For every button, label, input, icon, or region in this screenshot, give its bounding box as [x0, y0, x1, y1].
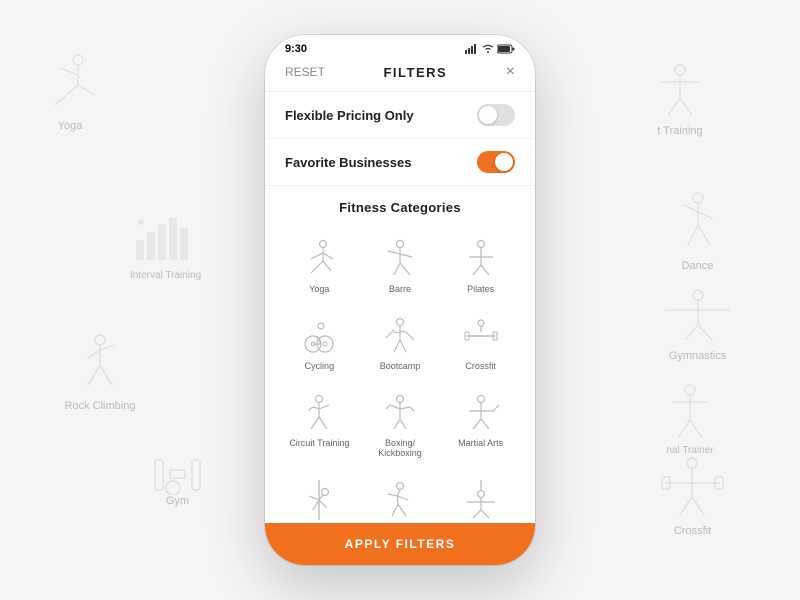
bg-dance: Dance [670, 190, 725, 272]
bg-personal-trainer: nal Trainer [660, 380, 720, 456]
dance-icon [378, 478, 422, 522]
category-pole-fitness[interactable]: Pole Fitness [281, 470, 358, 523]
crossfit-icon [459, 314, 503, 358]
flexible-pricing-toggle[interactable] [477, 104, 515, 126]
yoga-label: Yoga [309, 284, 329, 294]
bg-yoga: Yoga [40, 50, 100, 132]
favorite-businesses-toggle[interactable] [477, 151, 515, 173]
bootcamp-icon [378, 314, 422, 358]
bg-gym: Gym [150, 440, 205, 507]
signal-icon [465, 44, 479, 54]
barre-icon [378, 237, 422, 281]
flexible-pricing-row: Flexible Pricing Only [265, 92, 535, 139]
bg-interval-training: Interval Training [130, 210, 201, 281]
boxing-icon [378, 391, 422, 435]
martial-arts-label: Martial Arts [458, 438, 503, 448]
category-yoga[interactable]: Yoga [281, 229, 358, 302]
circuit-icon [297, 391, 341, 435]
category-barre[interactable]: Barre [362, 229, 439, 302]
category-dance[interactable]: Dance [362, 470, 439, 523]
boxing-label: Boxing/ Kickboxing [366, 438, 435, 458]
yoga-icon [297, 237, 341, 281]
battery-icon [497, 44, 515, 54]
bg-strength-training: t Training [650, 60, 710, 137]
phone-frame: 9:30 RESET FILTERS [265, 35, 535, 565]
phone-notch [350, 35, 450, 57]
bg-gymnastics: Gymnastics [660, 285, 735, 362]
favorite-businesses-row: Favorite Businesses [265, 139, 535, 186]
wifi-icon [482, 44, 494, 54]
cycling-icon [297, 314, 341, 358]
modal-header: RESET FILTERS × [265, 59, 535, 92]
cycling-label: Cycling [305, 361, 335, 371]
pilates-icon [459, 237, 503, 281]
modal-title: FILTERS [383, 65, 447, 80]
bootcamp-label: Bootcamp [380, 361, 421, 371]
pilates-label: Pilates [467, 284, 494, 294]
circuit-label: Circuit Training [289, 438, 349, 448]
apply-filters-button[interactable]: APPLY FILTERS [265, 523, 535, 565]
bg-rock-climbing: Rock Climbing [60, 330, 140, 412]
martial-arts-icon [459, 391, 503, 435]
modal-content: Flexible Pricing Only Favorite Businesse… [265, 92, 535, 523]
categories-grid: Yoga Barre [281, 229, 519, 523]
favorite-businesses-label: Favorite Businesses [285, 155, 411, 170]
category-bootcamp[interactable]: Bootcamp [362, 306, 439, 379]
category-martial-arts[interactable]: Martial Arts [442, 383, 519, 466]
status-icons [465, 44, 515, 54]
categories-section: Fitness Categories Yoga [265, 186, 535, 523]
category-boxing[interactable]: Boxing/ Kickboxing [362, 383, 439, 466]
bg-crossfit-right: Crossfit [660, 455, 725, 537]
barre-label: Barre [389, 284, 411, 294]
status-time: 9:30 [285, 43, 307, 55]
reset-button[interactable]: RESET [285, 65, 325, 79]
aerial-icon [459, 478, 503, 522]
category-aerial[interactable]: Aerial [442, 470, 519, 523]
category-crossfit[interactable]: Crossfit [442, 306, 519, 379]
flexible-pricing-label: Flexible Pricing Only [285, 108, 414, 123]
category-cycling[interactable]: Cycling [281, 306, 358, 379]
category-pilates[interactable]: Pilates [442, 229, 519, 302]
crossfit-label: Crossfit [465, 361, 496, 371]
pole-fitness-icon [297, 478, 341, 522]
category-circuit[interactable]: Circuit Training [281, 383, 358, 466]
close-button[interactable]: × [506, 63, 515, 81]
categories-title: Fitness Categories [281, 200, 519, 215]
